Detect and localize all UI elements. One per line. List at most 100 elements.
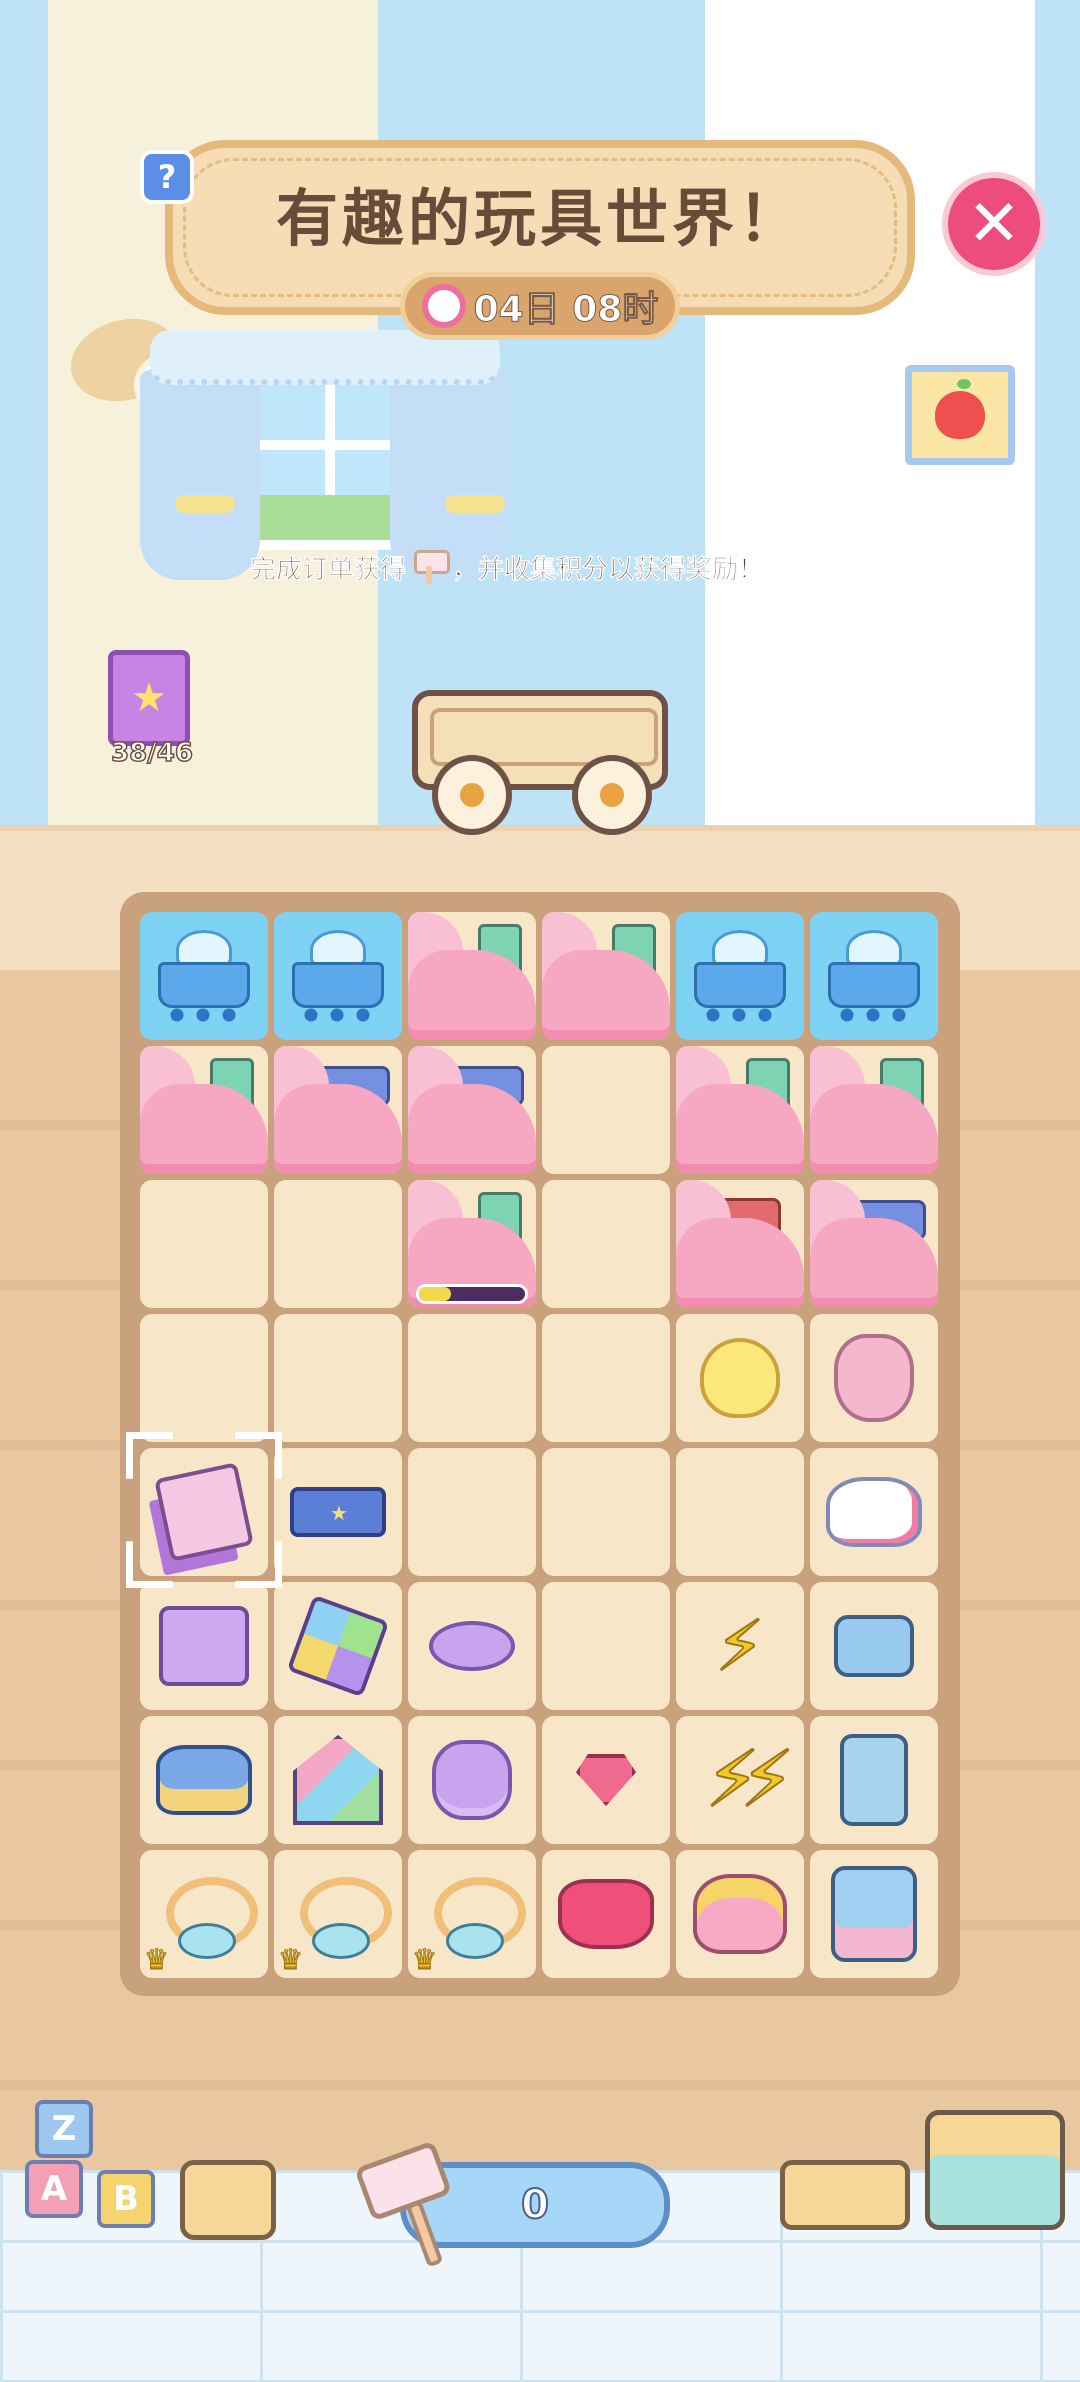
board-cell-empty[interactable]	[542, 1046, 670, 1174]
board-cell-empty[interactable]	[542, 1314, 670, 1442]
mallet-icon	[414, 550, 451, 584]
curtain-tie	[175, 495, 235, 513]
cart-wheels	[700, 1007, 780, 1023]
board-cell-purple-coin[interactable]	[408, 1582, 536, 1710]
wagon-wheel	[432, 755, 512, 835]
board-cell-wind-up-key[interactable]: ♛	[274, 1850, 402, 1978]
board-cell-wind-up-key[interactable]: ♛	[408, 1850, 536, 1978]
board-cell-fog-green-block[interactable]	[140, 1046, 268, 1174]
pink-gems-shape	[558, 1879, 654, 1949]
board-cell-rocking-horse[interactable]	[810, 1448, 938, 1576]
close-button[interactable]: ✕	[942, 172, 1046, 276]
board-cell-empty[interactable]	[408, 1448, 536, 1576]
board-cell-teddy-bear[interactable]	[810, 1314, 938, 1442]
board-cell-fog-green-block[interactable]	[542, 912, 670, 1040]
board-cell-empty[interactable]	[542, 1582, 670, 1710]
progress-fill	[419, 1287, 451, 1301]
cart-icon	[828, 962, 920, 1008]
chick-toy-icon	[690, 1328, 790, 1428]
board-cell-empty[interactable]	[676, 1448, 804, 1576]
crown-icon: ♛	[143, 1943, 170, 1977]
event-timer: 04日 08时	[400, 272, 680, 340]
board-cell-robot-box[interactable]	[810, 1850, 938, 1978]
cart-wheels	[164, 1007, 244, 1023]
board-cell-fog-blue-brick[interactable]	[810, 1180, 938, 1308]
cart-wheels	[298, 1007, 378, 1023]
purple-coin-stack-shape	[432, 1740, 512, 1820]
rocking-horse-shape	[826, 1477, 922, 1547]
board-cell-cart-locked[interactable]	[140, 912, 268, 1040]
board-cell-cart-locked[interactable]	[676, 912, 804, 1040]
board-cell-pink-gems[interactable]	[542, 1850, 670, 1978]
wind-up-key-shape	[156, 1871, 258, 1959]
board-cell-empty[interactable]	[274, 1314, 402, 1442]
help-button[interactable]: ?	[140, 150, 194, 204]
rubik-cubes-icon	[286, 1594, 390, 1698]
board-cell-shape-sorter[interactable]	[140, 1582, 268, 1710]
board-cell-chick-toy[interactable]	[676, 1314, 804, 1442]
toy-cars-icon	[154, 1730, 254, 1830]
block-wagon-decoration	[780, 2160, 910, 2230]
board-cell-wind-up-key[interactable]: ♛	[140, 1850, 268, 1978]
board-cell-empty[interactable]	[542, 1448, 670, 1576]
board-cell-fog-green-block[interactable]	[810, 1046, 938, 1174]
board-cell-fog-green-block[interactable]	[408, 912, 536, 1040]
letter-block: Z	[35, 2100, 93, 2158]
board-cell-lightning-bolts[interactable]: ⚡⚡	[676, 1716, 804, 1844]
board-cell-purple-coin-stack[interactable]	[408, 1716, 536, 1844]
board-cell-pink-gem[interactable]	[542, 1716, 670, 1844]
cart-wheels	[834, 1007, 914, 1023]
collection-count: 38/46	[110, 737, 193, 769]
cart-icon	[694, 962, 786, 1008]
rubik-cubes-shape	[286, 1594, 390, 1698]
star-icon: ★	[131, 675, 167, 721]
score-value: 0	[520, 2181, 550, 2229]
board-cell-robot-head[interactable]	[810, 1582, 938, 1710]
board-cell-empty[interactable]	[140, 1180, 268, 1308]
robot-box-icon	[824, 1864, 924, 1964]
purple-coin-shape	[429, 1621, 515, 1671]
board-cell-rubik-cubes[interactable]	[274, 1582, 402, 1710]
abc-blocks-decoration: Z A B	[25, 2100, 165, 2240]
mallet-handle	[405, 2200, 444, 2268]
board-cell-cart-locked[interactable]	[810, 912, 938, 1040]
robot-box-shape	[831, 1866, 917, 1962]
board-cell-empty[interactable]	[542, 1180, 670, 1308]
apple-icon	[935, 379, 985, 439]
robot-head-shape	[834, 1615, 914, 1677]
board-cell-fog-blue-brick[interactable]	[274, 1046, 402, 1174]
board-cell-fog-green-block[interactable]	[676, 1046, 804, 1174]
crown-icon: ♛	[411, 1943, 438, 1977]
instruction-before: 完成订单获得	[250, 554, 407, 585]
teddy-bear-icon	[824, 1328, 924, 1428]
board-cell-fog-red-brick[interactable]	[676, 1180, 804, 1308]
wind-up-key-shape	[424, 1871, 526, 1959]
wagon-wheel	[572, 755, 652, 835]
board-cell-toy-cars[interactable]	[140, 1716, 268, 1844]
purple-coin-stack-icon	[422, 1730, 522, 1830]
shape-sorter-icon	[154, 1596, 254, 1696]
board-cell-robot-toy[interactable]	[810, 1716, 938, 1844]
clock-icon	[421, 284, 466, 328]
bolt-glyph: ⚡	[714, 1604, 765, 1688]
board-cell-fog-blue-brick[interactable]	[408, 1046, 536, 1174]
pink-gems-icon	[556, 1864, 656, 1964]
wind-up-key-shape	[290, 1871, 392, 1959]
board-cell-empty[interactable]	[408, 1314, 536, 1442]
board-cell-lightning-bolt[interactable]: ⚡	[676, 1582, 804, 1710]
block-house-shape	[293, 1735, 383, 1825]
board-cell-cart-locked[interactable]	[274, 912, 402, 1040]
bear-cart-decoration	[925, 2110, 1065, 2230]
toy-cars-shape	[156, 1745, 252, 1815]
lightning-bolt-icon: ⚡	[690, 1596, 790, 1696]
board-cell-empty[interactable]	[274, 1180, 402, 1308]
board-cell-blue-lego-brick[interactable]	[274, 1448, 402, 1576]
board-cell-fog-green-block-progress[interactable]	[408, 1180, 536, 1308]
collection-book-button[interactable]: ★	[108, 650, 190, 746]
board-cell-block-house[interactable]	[274, 1716, 402, 1844]
board-cell-kitty-purse[interactable]	[676, 1850, 804, 1978]
timer-text: 04日 08时	[473, 289, 659, 331]
board-cell-empty[interactable]	[140, 1314, 268, 1442]
toy-train-decoration	[180, 2160, 276, 2240]
progress-bar	[416, 1284, 528, 1304]
